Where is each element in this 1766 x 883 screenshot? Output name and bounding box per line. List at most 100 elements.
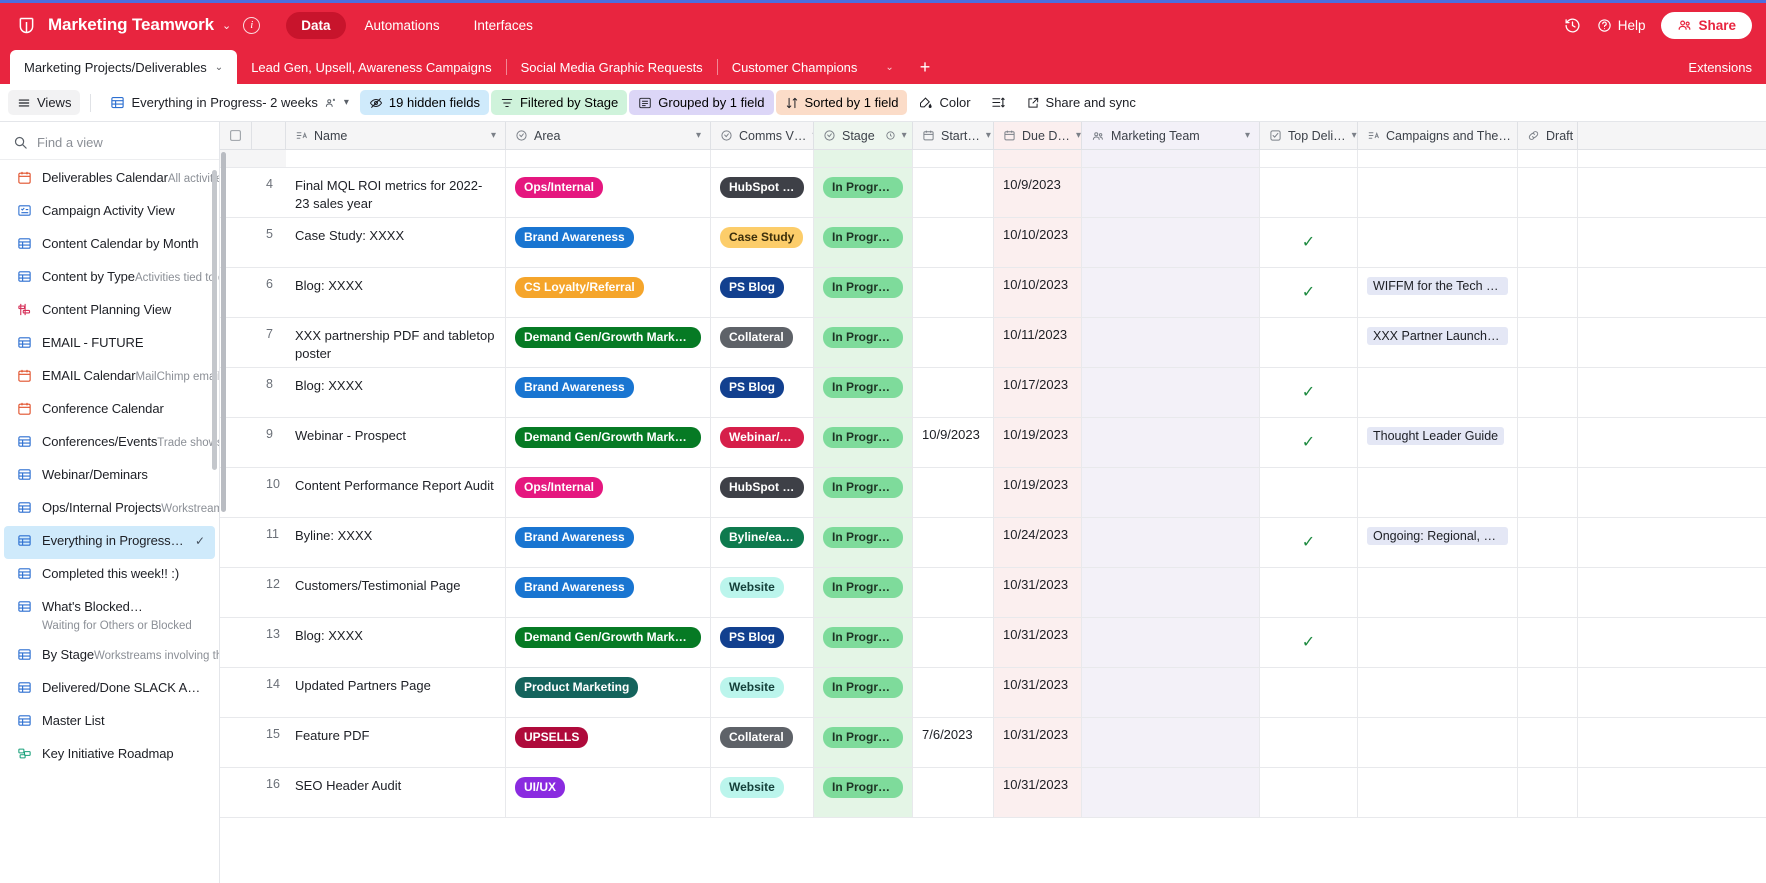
cell-stage[interactable]: In Progress: [814, 518, 913, 567]
row-checkbox[interactable]: [220, 518, 252, 567]
cell-draft[interactable]: [1518, 468, 1578, 517]
cell-draft[interactable]: [1518, 168, 1578, 217]
nav-automations[interactable]: Automations: [350, 12, 455, 39]
cell-start-date[interactable]: [913, 618, 994, 667]
cell-area[interactable]: Demand Gen/Growth Marketing: [506, 418, 711, 467]
share-button[interactable]: Share: [1661, 11, 1752, 39]
table-row[interactable]: 7 XXX partnership PDF and tabletop poster…: [220, 318, 1766, 368]
table-row[interactable]: 15 Feature PDF UPSELLS Collateral In Progres…: [220, 718, 1766, 768]
cell-campaigns-and-themes[interactable]: XXX Partner Launch Campa: [1358, 318, 1518, 367]
cell-start-date[interactable]: 10/9/2023: [913, 418, 994, 467]
sidebar-item-by-stage[interactable]: By StageWorkstreams involving this per…: [4, 640, 219, 673]
info-icon[interactable]: i: [243, 16, 261, 34]
cell-draft[interactable]: [1518, 618, 1578, 667]
cell-area[interactable]: Demand Gen/Growth Marketing: [506, 318, 711, 367]
chevron-down-icon[interactable]: ▾: [696, 130, 701, 141]
add-table-button[interactable]: +: [908, 58, 943, 76]
table-row[interactable]: 5 Case Study: XXXX Brand Awareness Case Stu…: [220, 218, 1766, 268]
sidebar-item-master-list[interactable]: Master List: [4, 706, 215, 739]
sidebar-item-webinar-deminars[interactable]: Webinar/Deminars: [4, 460, 215, 493]
table-row[interactable]: 13 Blog: XXXX Demand Gen/Growth Marketing P…: [220, 618, 1766, 668]
cell-campaigns-and-themes[interactable]: [1358, 218, 1518, 267]
tab-lead-gen[interactable]: Lead Gen, Upsell, Awareness Campaigns: [237, 50, 505, 84]
table-row[interactable]: 10 Content Performance Report Audit Ops/In…: [220, 468, 1766, 518]
chevron-down-icon[interactable]: ▾: [1245, 130, 1250, 141]
cell-comms-vehicle[interactable]: PS Blog: [711, 368, 814, 417]
cell-area[interactable]: UI/UX: [506, 768, 711, 817]
cell-top-deliverable[interactable]: [1260, 668, 1358, 717]
table-row[interactable]: 11 Byline: XXXX Brand Awareness Byline/earn…: [220, 518, 1766, 568]
cell-comms-vehicle[interactable]: Collateral: [711, 318, 814, 367]
cell-due-date[interactable]: 10/9/2023: [994, 168, 1082, 217]
cell-comms-vehicle[interactable]: Case Study: [711, 218, 814, 267]
cell-marketing-team[interactable]: [1082, 618, 1260, 667]
cell-marketing-team[interactable]: [1082, 568, 1260, 617]
cell-top-deliverable[interactable]: ✓: [1260, 368, 1358, 417]
search-input[interactable]: [37, 135, 213, 150]
cell-comms-vehicle[interactable]: Website: [711, 568, 814, 617]
cell-campaigns-and-themes[interactable]: [1358, 668, 1518, 717]
cell-due-date[interactable]: 10/31/2023: [994, 768, 1082, 817]
cell-due-date[interactable]: 10/11/2023: [994, 318, 1082, 367]
cell-comms-vehicle[interactable]: Website: [711, 668, 814, 717]
cell-draft[interactable]: [1518, 568, 1578, 617]
cell-area[interactable]: Ops/Internal: [506, 468, 711, 517]
table-row[interactable]: 14 Updated Partners Page Product Marketing…: [220, 668, 1766, 718]
cell-area[interactable]: Ops/Internal: [506, 168, 711, 217]
cell-top-deliverable[interactable]: [1260, 718, 1358, 767]
cell-draft[interactable]: [1518, 368, 1578, 417]
cell-start-date[interactable]: [913, 668, 994, 717]
cell-due-date[interactable]: 10/31/2023: [994, 718, 1082, 767]
cell-comms-vehicle[interactable]: HubSpot Ops: [711, 468, 814, 517]
history-icon[interactable]: [1564, 17, 1581, 34]
sort-button[interactable]: Sorted by 1 field: [775, 90, 908, 115]
chevron-down-icon[interactable]: ▾: [902, 130, 907, 141]
sidebar-item-content-calendar-by-month[interactable]: Content Calendar by Month: [4, 229, 215, 262]
cell-area[interactable]: Brand Awareness: [506, 368, 711, 417]
cell-start-date[interactable]: [913, 518, 994, 567]
cell-stage[interactable]: In Progress: [814, 418, 913, 467]
cell-top-deliverable[interactable]: [1260, 168, 1358, 217]
column-header-team[interactable]: Marketing Team ▾: [1082, 122, 1260, 149]
cell-area[interactable]: Demand Gen/Growth Marketing: [506, 618, 711, 667]
cell-draft[interactable]: [1518, 418, 1578, 467]
cell-top-deliverable[interactable]: ✓: [1260, 418, 1358, 467]
row-checkbox[interactable]: [220, 668, 252, 717]
tab-customer-champions[interactable]: Customer Champions: [718, 50, 872, 84]
sidebar-item-everything-in-progress[interactable]: Everything in Progress… ✓: [4, 526, 215, 559]
cell-stage[interactable]: In Progress: [814, 768, 913, 817]
sidebar-item-content-by-type[interactable]: Content by TypeActivities tied to quarte…: [4, 262, 219, 295]
views-button[interactable]: Views: [8, 90, 81, 115]
chevron-down-icon[interactable]: ⌄: [215, 62, 223, 73]
cell-stage[interactable]: In Progress: [814, 468, 913, 517]
row-checkbox[interactable]: [220, 618, 252, 667]
view-search-row[interactable]: [0, 126, 235, 160]
cell-comms-vehicle[interactable]: Webinar/Zoom: [711, 418, 814, 467]
cell-name[interactable]: Blog: XXXX: [286, 618, 506, 667]
cell-name[interactable]: XXX partnership PDF and tabletop poster: [286, 318, 506, 367]
cell-comms-vehicle[interactable]: HubSpot Ops: [711, 168, 814, 217]
extensions-button[interactable]: Extensions: [1674, 60, 1766, 75]
sidebar-item-deliverables-calendar[interactable]: Deliverables CalendarAll activities by d…: [4, 163, 219, 196]
cell-comms-vehicle[interactable]: PS Blog: [711, 268, 814, 317]
row-checkbox[interactable]: [220, 718, 252, 767]
cell-campaigns-and-themes[interactable]: [1358, 568, 1518, 617]
cell-area[interactable]: UPSELLS: [506, 718, 711, 767]
column-header-draft[interactable]: Draft: [1518, 122, 1578, 149]
cell-due-date[interactable]: 10/19/2023: [994, 468, 1082, 517]
row-height-button[interactable]: [982, 90, 1015, 115]
cell-area[interactable]: Product Marketing: [506, 668, 711, 717]
row-checkbox[interactable]: [220, 568, 252, 617]
tab-overflow-button[interactable]: ⌄: [871, 50, 907, 84]
cell-campaigns-and-themes[interactable]: WIFFM for the Tech Directo: [1358, 268, 1518, 317]
sidebar-scrollbar[interactable]: [212, 170, 217, 470]
column-header-area[interactable]: Area ▾: [506, 122, 711, 149]
current-view-button[interactable]: Everything in Progress- 2 weeks ▾: [101, 90, 357, 115]
sidebar-item-what-s-blocked[interactable]: What's Blocked… Waiting for Others or Blo…: [4, 592, 215, 640]
chevron-down-icon[interactable]: ⌄: [222, 19, 231, 32]
help-button[interactable]: Help: [1597, 18, 1645, 33]
cell-marketing-team[interactable]: [1082, 318, 1260, 367]
airtable-logo-icon[interactable]: [14, 13, 38, 37]
cell-top-deliverable[interactable]: [1260, 768, 1358, 817]
cell-name[interactable]: SEO Header Audit: [286, 768, 506, 817]
